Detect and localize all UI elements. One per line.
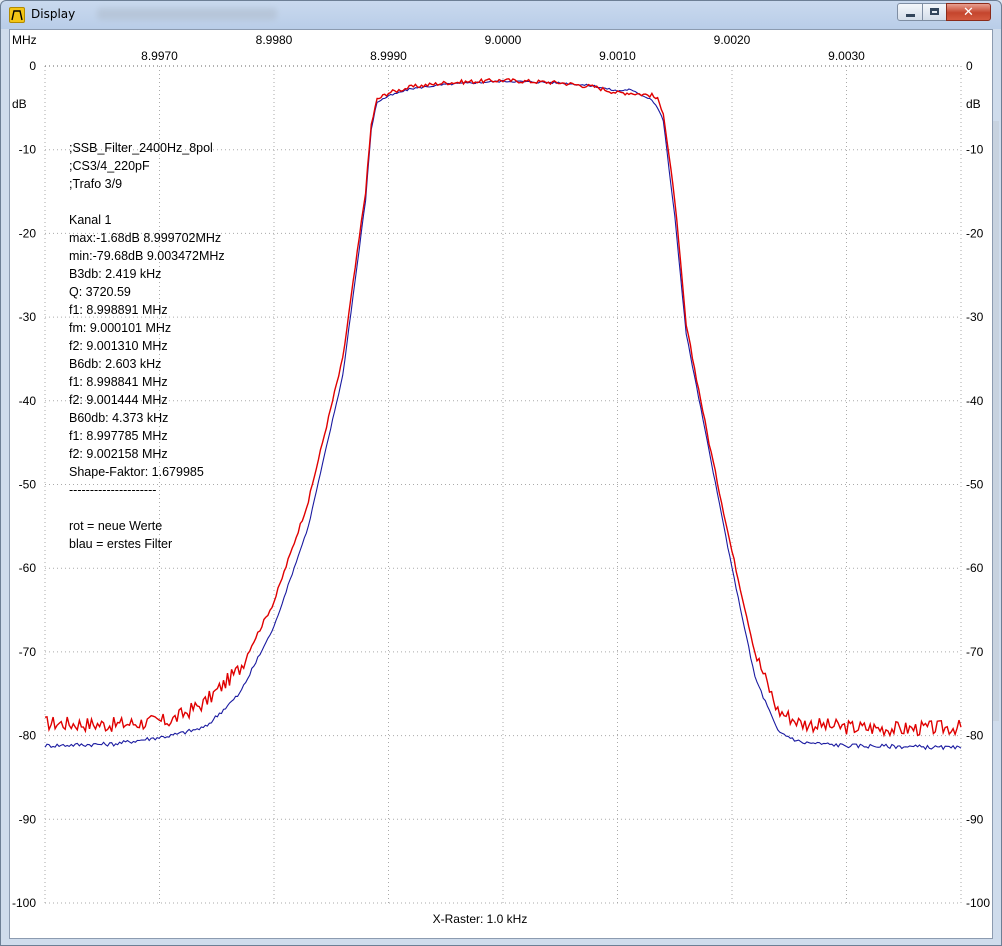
annotation-line: f2: 9.002158 MHz xyxy=(69,447,168,461)
info-annotation: ;SSB_Filter_2400Hz_8pol ;CS3/4_220pF ;Traf… xyxy=(69,141,225,551)
x-tick-labels: 8.9970 8.9980 8.9990 9.0000 9.0010 9.0020 9.00… xyxy=(141,33,865,63)
annotation-line: --------------------- xyxy=(69,483,156,497)
x-tick-label: 8.9980 xyxy=(256,33,293,47)
annotation-line: f1: 8.998891 MHz xyxy=(69,303,168,317)
window-edge xyxy=(993,121,999,721)
y-tick-label: -70 xyxy=(966,645,984,659)
annotation-line: rot = neue Werte xyxy=(69,519,162,533)
y-tick-label: -20 xyxy=(966,226,984,240)
x-tick-label: 9.0030 xyxy=(828,49,865,63)
y-tick-label: 0 xyxy=(966,59,973,73)
y-tick-labels-right: 0 -10 -20 -30 -40 -50 -60 -70 -80 -90 -100 xyxy=(966,59,990,910)
blurred-path xyxy=(97,8,277,20)
y-tick-label: -30 xyxy=(19,310,37,324)
y-tick-label: -50 xyxy=(19,478,37,492)
y-tick-label: -30 xyxy=(966,310,984,324)
x-unit-label: MHz xyxy=(12,33,37,47)
y-tick-label: -60 xyxy=(19,561,37,575)
annotation-line: ;SSB_Filter_2400Hz_8pol xyxy=(69,141,213,155)
y-tick-label: -60 xyxy=(966,561,984,575)
y-tick-label: -50 xyxy=(966,478,984,492)
grid xyxy=(44,65,962,904)
y-tick-label: -40 xyxy=(19,394,37,408)
app-window: Display ✕ 8.9970 8.9980 8.9990 9.0000 9.0010… xyxy=(0,0,1002,946)
annotation-line: f2: 9.001444 MHz xyxy=(69,393,168,407)
annotation-line: B3db: 2.419 kHz xyxy=(69,267,161,281)
annotation-line: Q: 3720.59 xyxy=(69,285,131,299)
chart-svg: 8.9970 8.9980 8.9990 9.0000 9.0010 9.0020 9.00… xyxy=(12,33,990,926)
x-tick-label: 9.0000 xyxy=(485,33,522,47)
y-unit-label-left: dB xyxy=(12,97,27,111)
annotation-line: B6db: 2.603 kHz xyxy=(69,357,161,371)
red-series-line xyxy=(44,77,962,738)
close-button[interactable]: ✕ xyxy=(946,3,991,21)
y-tick-label: -10 xyxy=(19,143,37,157)
y-unit-label-right: dB xyxy=(966,97,981,111)
filter-app-icon xyxy=(9,7,25,23)
x-tick-label: 9.0020 xyxy=(714,33,751,47)
y-tick-label: 0 xyxy=(29,59,36,73)
y-tick-label: -90 xyxy=(19,812,37,826)
annotation-line: blau = erstes Filter xyxy=(69,537,172,551)
annotation-line: B60db: 4.373 kHz xyxy=(69,411,168,425)
annotation-line: f1: 8.998841 MHz xyxy=(69,375,168,389)
annotation-line: f2: 9.001310 MHz xyxy=(69,339,168,353)
y-tick-label: -90 xyxy=(966,812,984,826)
x-tick-label: 8.9970 xyxy=(141,49,178,63)
annotation-line: min:-79.68dB 9.003472MHz xyxy=(69,249,225,263)
y-tick-labels-left: 0 -10 -20 -30 -40 -50 -60 -70 -80 -90 -100 xyxy=(12,59,36,910)
minimize-button[interactable] xyxy=(897,3,923,21)
annotation-line: fm: 9.000101 MHz xyxy=(69,321,171,335)
plot-area: 8.9970 8.9980 8.9990 9.0000 9.0010 9.0020 9.00… xyxy=(9,29,993,939)
annotation-line: Shape-Faktor: 1.679985 xyxy=(69,465,204,479)
annotation-line: ;CS3/4_220pF xyxy=(69,159,150,173)
maximize-button[interactable] xyxy=(922,3,947,21)
annotation-line: f1: 8.997785 MHz xyxy=(69,429,168,443)
window-title: Display xyxy=(31,7,76,21)
close-icon: ✕ xyxy=(963,5,974,20)
y-tick-label: -100 xyxy=(12,896,36,910)
annotation-line: Kanal 1 xyxy=(69,213,111,227)
annotation-line: ;Trafo 3/9 xyxy=(69,177,122,191)
x-raster-label: X-Raster: 1.0 kHz xyxy=(433,912,528,926)
y-tick-label: -20 xyxy=(19,226,37,240)
y-tick-label: -10 xyxy=(966,143,984,157)
x-tick-label: 8.9990 xyxy=(370,49,407,63)
y-tick-label: -100 xyxy=(966,896,990,910)
y-tick-label: -70 xyxy=(19,645,37,659)
x-tick-label: 9.0010 xyxy=(599,49,636,63)
y-tick-label: -80 xyxy=(966,729,984,743)
y-tick-label: -40 xyxy=(966,394,984,408)
title-bar[interactable]: Display ✕ xyxy=(1,1,1001,29)
y-tick-label: -80 xyxy=(19,729,37,743)
annotation-line: max:-1.68dB 8.999702MHz xyxy=(69,231,221,245)
